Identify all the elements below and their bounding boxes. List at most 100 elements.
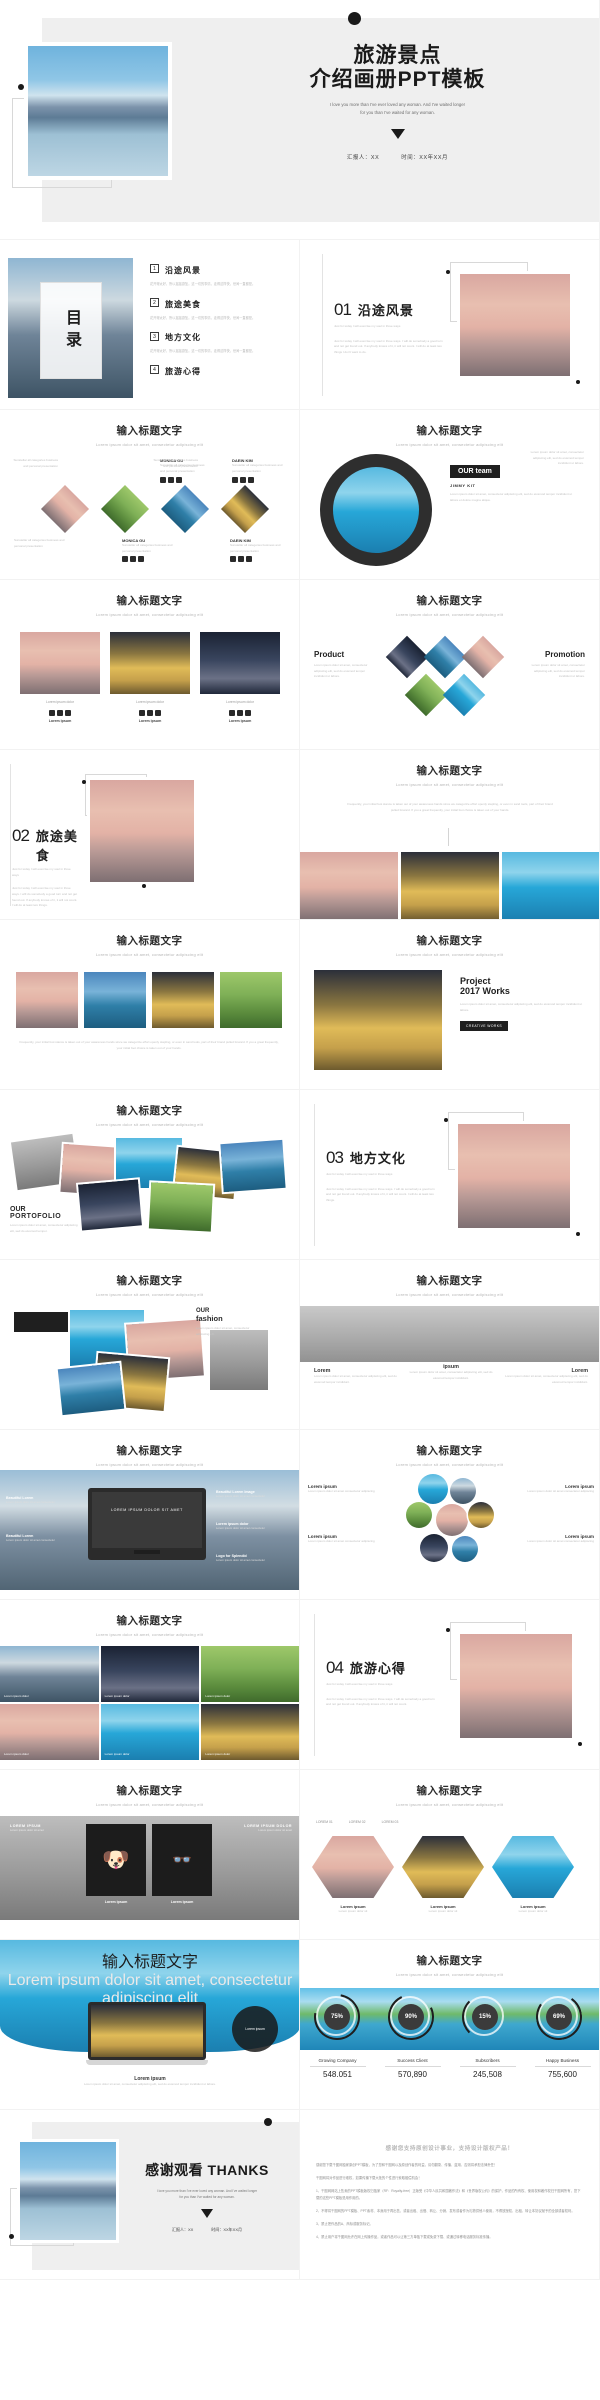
square-photo-4 bbox=[220, 972, 282, 1028]
project-cta-button[interactable]: CREATIVE WORKS bbox=[460, 1021, 509, 1032]
linkedin-icon[interactable] bbox=[122, 556, 128, 563]
twitter-icon[interactable] bbox=[147, 709, 153, 716]
slide-our-fashion[interactable]: 输入标题文字 Lorem ipsum dolor sit amet, conse… bbox=[0, 1260, 300, 1430]
social-icons[interactable] bbox=[230, 556, 286, 563]
toc-item-2[interactable]: 2 旅途美食 花开得太好，所以摇摇欲坠。这一切的事情，走得这样快，世间一直都是。 bbox=[150, 294, 288, 322]
diamond-card[interactable]: Sunstellar all categories business and p… bbox=[10, 458, 140, 483]
linkedin-icon[interactable] bbox=[230, 556, 236, 563]
diamond-photo-2 bbox=[100, 484, 150, 534]
section-dot-bottom bbox=[142, 884, 146, 888]
photo-card[interactable]: Lorem ipsum dolor Lorem ipsum bbox=[20, 632, 100, 723]
colosseum-right-text: Lorem Lorem ipsum dolor sit amet, consec… bbox=[502, 1368, 588, 1385]
slide-laptop[interactable]: 输入标题文字 Lorem ipsum dolor sit amet, conse… bbox=[0, 1940, 300, 2110]
facebook-icon[interactable] bbox=[139, 709, 145, 716]
toc-item-4[interactable]: 4 旅游心得 bbox=[150, 361, 288, 379]
facebook-icon[interactable] bbox=[49, 709, 55, 716]
diamond-card[interactable]: DAEIN KIM Sunstellar all categories busi… bbox=[232, 458, 290, 484]
section-divider-line bbox=[322, 254, 323, 396]
thanks-dot-large bbox=[264, 2118, 272, 2126]
slide-stats[interactable]: 输入标题文字 Lorem ipsum dolor sit amet, conse… bbox=[300, 1940, 600, 2110]
slide-four-squares[interactable]: 输入标题文字 Lorem ipsum dolor sit amet, conse… bbox=[0, 920, 300, 1090]
header-subtitle: Lorem ipsum dolor sit amet, consectetur … bbox=[95, 1802, 204, 1807]
slide-section-03[interactable]: 03 地方文化 Just for today I will exercise m… bbox=[300, 1090, 600, 1260]
toc-item-number: 1 bbox=[150, 264, 159, 274]
twitter-icon[interactable] bbox=[248, 477, 254, 484]
device-card-right-2[interactable]: Lorem ipsum dolor Lorem ipsum dolor sit … bbox=[216, 1522, 294, 1531]
slide-photo-cards[interactable]: 输入标题文字 Lorem ipsum dolor sit amet, conse… bbox=[0, 580, 300, 750]
instagram-icon[interactable] bbox=[155, 709, 161, 716]
instagram-icon[interactable] bbox=[245, 709, 251, 716]
photo-card-image bbox=[20, 632, 100, 694]
twitter-icon[interactable] bbox=[246, 556, 252, 563]
diamond-card[interactable]: Sunstellar all categories business and p… bbox=[14, 538, 70, 562]
diamond-card[interactable]: DAEIN KIM Sunstellar all categories busi… bbox=[230, 538, 286, 563]
slide-section-02[interactable]: 02 旅途美食 Just for today I will exercise m… bbox=[0, 750, 300, 920]
facebook-icon[interactable] bbox=[130, 556, 136, 563]
thanks-date: 时间：XX年XX月 bbox=[211, 2226, 242, 2232]
cluster-item-1[interactable]: Lorem ipsum Lorem ipsum dolor sit amet c… bbox=[308, 1484, 394, 1495]
mosaic-tile[interactable]: Lorem ipsum dolor bbox=[201, 1704, 299, 1760]
slide-header: 输入标题文字 Lorem ipsum dolor sit amet, conse… bbox=[0, 1770, 299, 1807]
toc-item-number: 4 bbox=[150, 365, 159, 375]
toc-item-number: 2 bbox=[150, 297, 159, 307]
facebook-icon[interactable] bbox=[229, 709, 235, 716]
slide-product-promotion[interactable]: 输入标题文字 Lorem ipsum dolor sit amet, conse… bbox=[300, 580, 600, 750]
slide-three-wide-photos[interactable]: 输入标题文字 Lorem ipsum dolor sit amet, conse… bbox=[300, 750, 600, 920]
diamond-card[interactable]: MONICA GU Sunstellar all categories busi… bbox=[122, 538, 178, 563]
social-icons[interactable] bbox=[110, 709, 190, 716]
hex-caption-desc: Lorem ipsum dolor sit bbox=[338, 1909, 368, 1913]
cluster-item-3[interactable]: Lorem ipsum Lorem ipsum dolor sit amet c… bbox=[508, 1484, 594, 1495]
slide-our-team[interactable]: 输入标题文字 Lorem ipsum dolor sit amet, conse… bbox=[300, 410, 600, 580]
panel-dog-icon-box: 🐶 bbox=[86, 1824, 146, 1896]
slide-project-works[interactable]: 输入标题文字 Lorem ipsum dolor sit amet, conse… bbox=[300, 920, 600, 1090]
panel-right[interactable]: LOREM IPSUM DOLOR Lorem ipsum dolor sit … bbox=[222, 1824, 292, 1833]
slide-diamond-grid[interactable]: 输入标题文字 Lorem ipsum dolor sit amet, conse… bbox=[0, 410, 300, 580]
slide-device-mockup[interactable]: 输入标题文字 Lorem ipsum dolor sit amet, conse… bbox=[0, 1430, 300, 1600]
device-card-right-1[interactable]: Beautiful Lorem Image Lorem ipsum dolor … bbox=[216, 1490, 294, 1499]
toc-item-3[interactable]: 3 地方文化 花开得太好，所以摇摇欲坠。这一切的事情，走得这样快，世间一直都是。 bbox=[150, 327, 288, 355]
header-title: 输入标题文字 bbox=[416, 595, 483, 607]
social-icons[interactable] bbox=[200, 709, 280, 716]
device-card-right-3[interactable]: Logo for Splendid Lorem ipsum dolor sit … bbox=[216, 1554, 294, 1563]
header-subtitle: Lorem ipsum dolor sit amet, consectetur … bbox=[395, 1972, 504, 1977]
slide-cover[interactable]: 旅游景点 介绍画册PPT模板 I love you more than I've… bbox=[0, 0, 600, 240]
slide-thanks[interactable]: 感谢观看 THANKS I love you more than I've ev… bbox=[0, 2110, 300, 2280]
mosaic-tile[interactable]: Lorem ipsum dolor bbox=[201, 1646, 299, 1702]
panel-left[interactable]: LOREM IPSUM Lorem ipsum dolor sit amet bbox=[10, 1824, 84, 1833]
slide-mosaic-grid[interactable]: 输入标题文字 Lorem ipsum dolor sit amet, conse… bbox=[0, 1600, 300, 1770]
device-card-left-2[interactable]: Beautiful Lorem Lorem ipsum dolor sit am… bbox=[6, 1534, 80, 1543]
cluster-item-4[interactable]: Lorem ipsum Lorem ipsum dolor sit amet c… bbox=[508, 1534, 594, 1545]
laptop-base bbox=[86, 2060, 208, 2065]
hex-legend-item: LOREM 01 bbox=[316, 1820, 333, 1824]
twitter-icon[interactable] bbox=[237, 709, 243, 716]
linkedin-icon[interactable] bbox=[232, 477, 238, 484]
instagram-icon[interactable] bbox=[65, 709, 71, 716]
mosaic-tile[interactable]: Lorem ipsum dolor bbox=[100, 1646, 200, 1702]
promo-diamond-1 bbox=[385, 635, 429, 679]
social-icons[interactable] bbox=[122, 556, 178, 563]
mosaic-tile[interactable]: Lorem ipsum dolor bbox=[0, 1704, 99, 1760]
toc-item-1[interactable]: 1 沿途风景 花开得太好，所以摇摇欲坠。这一切的事情，走得这样快，世间一直都是。 bbox=[150, 260, 288, 288]
slide-panel-trio[interactable]: 输入标题文字 Lorem ipsum dolor sit amet, conse… bbox=[0, 1770, 300, 1940]
facebook-icon[interactable] bbox=[240, 477, 246, 484]
mosaic-tile-label: Lorem ipsum dolor bbox=[205, 1694, 231, 1698]
photo-card[interactable]: Lorem ipsum dolor Lorem ipsum bbox=[200, 632, 280, 723]
slide-hexagons[interactable]: 输入标题文字 Lorem ipsum dolor sit amet, conse… bbox=[300, 1770, 600, 1940]
device-card-left-1[interactable]: Beautiful Lorem Lorem ipsum dolor sit am… bbox=[6, 1496, 80, 1505]
social-icons[interactable] bbox=[20, 709, 100, 716]
slide-colosseum[interactable]: 输入标题文字 Lorem ipsum dolor sit amet, conse… bbox=[300, 1260, 600, 1430]
slide-portfolio[interactable]: 输入标题文字 Lorem ipsum dolor sit amet, conse… bbox=[0, 1090, 300, 1260]
facebook-icon[interactable] bbox=[238, 556, 244, 563]
slide-section-04[interactable]: 04 旅游心得 Just for today I will exercise m… bbox=[300, 1600, 600, 1770]
cluster-item-2[interactable]: Lorem ipsum Lorem ipsum dolor sit amet c… bbox=[308, 1534, 394, 1545]
mosaic-tile[interactable]: Lorem ipsum dolor bbox=[100, 1704, 200, 1760]
photo-card[interactable]: Lorem ipsum dolor Lorem ipsum bbox=[110, 632, 190, 723]
slide-toc[interactable]: 目录 1 沿途风景 花开得太好，所以摇摇欲坠。这一切的事情，走得这样快，世间一直都… bbox=[0, 240, 300, 410]
mosaic-tile[interactable]: Lorem ipsum dolor bbox=[0, 1646, 99, 1702]
twitter-icon[interactable] bbox=[138, 556, 144, 563]
social-icons[interactable] bbox=[232, 477, 290, 484]
slide-circle-cluster[interactable]: 输入标题文字 Lorem ipsum dolor sit amet, conse… bbox=[300, 1430, 600, 1600]
twitter-icon[interactable] bbox=[57, 709, 63, 716]
slide-section-01[interactable]: 01 沿途风景 Just for today I will exercise m… bbox=[300, 240, 600, 410]
slide-legal-notice[interactable]: 感谢您支持原创设计事业，支持设计版权产品！ 感谢您下载千图网独家原创PPT模板，… bbox=[300, 2110, 600, 2280]
